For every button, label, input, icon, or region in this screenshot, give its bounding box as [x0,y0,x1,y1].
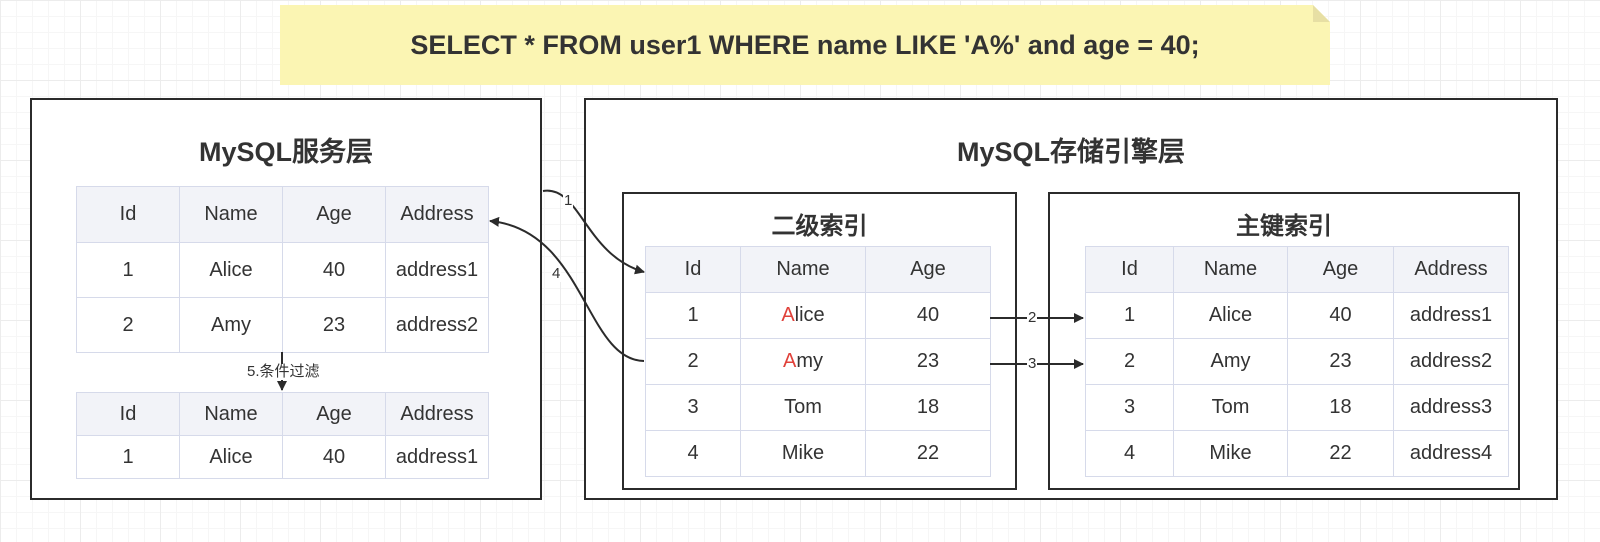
table-cell: address2 [1393,338,1509,385]
table-cell: 40 [282,435,386,479]
table-cell: Amy [179,297,283,353]
sql-query-text: SELECT * FROM user1 WHERE name LIKE 'A%'… [410,29,1200,60]
storage-layer-title: MySQL存储引擎层 [956,137,1185,167]
table-cell: Tom [740,384,866,431]
table-cell: address3 [1393,384,1509,431]
header-cell: Age [865,246,991,293]
header-cell: Id [1085,246,1174,293]
table-cell: 23 [1287,338,1394,385]
table-row: 1 Alice 40 address1 [76,435,489,479]
table-cell: address2 [385,297,489,353]
matched-prefix: A [782,350,797,372]
header-cell: Age [282,392,386,436]
table-cell: 2 [76,297,180,353]
table-cell: Amy [1173,338,1288,385]
table-cell: 1 [76,435,180,479]
table-cell: Alice [179,435,283,479]
table-row: 2 Amy 23 [645,338,991,385]
table-header-row: Id Name Age Address [1085,246,1509,293]
table-row: 2 Amy 23 address2 [1085,338,1509,385]
table-cell: 22 [865,430,991,477]
table-cell: 2 [1085,338,1174,385]
table-cell: 1 [76,242,180,298]
table-header-row: Id Name Age Address [76,186,489,243]
table-row: 2 Amy 23 address2 [76,297,489,353]
table-cell: address4 [1393,430,1509,477]
table-cell: 22 [1287,430,1394,477]
matched-prefix: A [781,304,795,326]
note-fold-corner [1313,5,1330,22]
header-cell: Id [76,392,180,436]
arrow-label-3: 3 [1027,355,1038,372]
arrow-label-4: 4 [551,265,562,282]
table-cell: 3 [645,384,741,431]
server-filtered-table: Id Name Age Address 1 Alice 40 address1 [76,392,489,479]
table-cell: address1 [385,435,489,479]
table-cell: 4 [1085,430,1174,477]
table-row: 1 Alice 40 address1 [1085,292,1509,339]
arrow-label-1: 1 [563,192,574,209]
table-cell: 2 [645,338,741,385]
table-row: 3 Tom 18 [645,384,991,431]
table-cell: 40 [282,242,386,298]
table-cell: Mike [1173,430,1288,477]
header-cell: Age [282,186,386,243]
header-cell: Name [179,186,283,243]
secondary-index-title: 二级索引 [771,213,868,240]
table-cell: 40 [865,292,991,339]
header-cell: Address [1393,246,1509,293]
table-cell: 23 [865,338,991,385]
table-row: 4 Mike 22 [645,430,991,477]
table-header-row: Id Name Age [645,246,991,293]
arrow-label-2: 2 [1027,309,1038,326]
table-cell-name: Amy [740,338,866,385]
header-cell: Address [385,186,489,243]
table-cell: 18 [1287,384,1394,431]
table-cell: Tom [1173,384,1288,431]
table-cell: Alice [1173,292,1288,339]
secondary-index-table: Id Name Age 1 Alice 40 2 Amy 23 3 Tom 18… [645,246,991,477]
header-cell: Address [385,392,489,436]
table-cell: 40 [1287,292,1394,339]
server-layer-title: MySQL服务层 [198,137,373,167]
table-cell-name: Alice [740,292,866,339]
table-row: 3 Tom 18 address3 [1085,384,1509,431]
table-cell: 1 [645,292,741,339]
table-cell: 4 [645,430,741,477]
table-cell: 23 [282,297,386,353]
header-cell: Id [645,246,741,293]
header-cell: Name [740,246,866,293]
table-row: 4 Mike 22 address4 [1085,430,1509,477]
header-cell: Name [1173,246,1288,293]
table-row: 1 Alice 40 address1 [76,242,489,298]
sql-query-note: SELECT * FROM user1 WHERE name LIKE 'A%'… [280,5,1330,85]
table-cell: 18 [865,384,991,431]
table-cell: Alice [179,242,283,298]
header-cell: Name [179,392,283,436]
filter-label: 5.条件过滤 [246,363,321,380]
name-remainder: lice [794,304,825,326]
primary-index-title: 主键索引 [1236,213,1332,240]
name-remainder: my [796,350,823,372]
primary-index-table: Id Name Age Address 1 Alice 40 address1 … [1085,246,1509,477]
table-cell: 1 [1085,292,1174,339]
table-cell: address1 [1393,292,1509,339]
table-row: 1 Alice 40 [645,292,991,339]
table-cell: 3 [1085,384,1174,431]
header-cell: Id [76,186,180,243]
header-cell: Age [1287,246,1394,293]
table-cell: address1 [385,242,489,298]
table-cell: Mike [740,430,866,477]
table-header-row: Id Name Age Address [76,392,489,436]
server-result-table: Id Name Age Address 1 Alice 40 address1 … [76,186,489,353]
